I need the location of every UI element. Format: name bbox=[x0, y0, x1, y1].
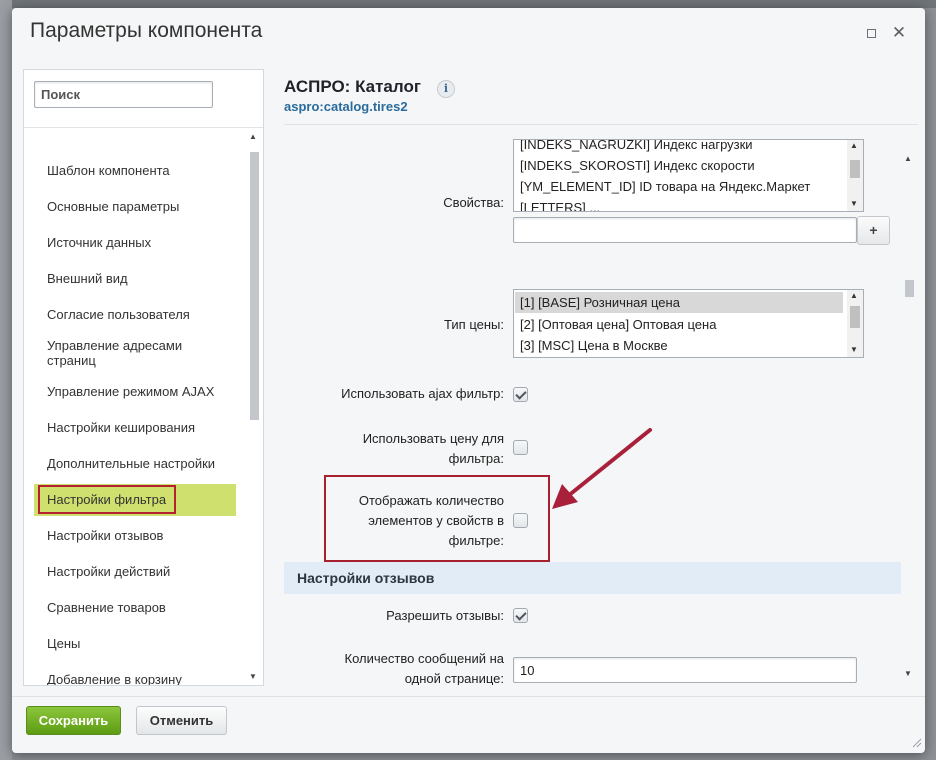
sidebar-item-add-to-cart[interactable]: Добавление в корзину bbox=[34, 672, 236, 685]
list-item[interactable]: [INDEKS_SKOROSTI] Индекс скорости bbox=[520, 155, 755, 176]
price-filter-label-line2: фильтра: bbox=[448, 451, 504, 466]
sidebar-item-additional[interactable]: Дополнительные настройки bbox=[34, 456, 236, 471]
scroll-thumb[interactable] bbox=[850, 306, 860, 328]
sidebar-divider bbox=[24, 127, 263, 128]
scroll-down-icon[interactable]: ▼ bbox=[904, 669, 912, 678]
sidebar-item-compare[interactable]: Сравнение товаров bbox=[34, 600, 236, 615]
component-title: АСПРО: Каталог bbox=[284, 77, 421, 96]
sidebar-item-caching[interactable]: Настройки кеширования bbox=[34, 420, 236, 435]
settings-form: Свойства: [INDEKS_NAGRUZKI] Индекс нагру… bbox=[284, 125, 902, 685]
price-filter-checkbox[interactable] bbox=[513, 440, 528, 455]
list-item[interactable]: [2] [Оптовая цена] Оптовая цена bbox=[520, 314, 716, 335]
sidebar-item-template[interactable]: Шаблон компонента bbox=[34, 163, 236, 178]
scroll-up-icon[interactable]: ▲ bbox=[904, 154, 912, 163]
scroll-down-icon[interactable]: ▼ bbox=[249, 672, 257, 681]
sidebar-item-appearance[interactable]: Внешний вид bbox=[34, 271, 236, 286]
content-scrollbar[interactable] bbox=[905, 280, 914, 297]
sidebar-item-filter-settings[interactable]: Настройки фильтра bbox=[34, 484, 236, 516]
component-parameters-dialog: Параметры компонента ✕ Шаблон компонента… bbox=[12, 8, 925, 753]
info-icon[interactable]: i bbox=[437, 80, 455, 98]
listbox-scrollbar[interactable]: ▲ ▼ bbox=[847, 290, 863, 357]
sidebar: Шаблон компонента Основные параметры Ист… bbox=[23, 69, 264, 686]
scroll-down-icon[interactable]: ▼ bbox=[850, 199, 858, 208]
scroll-up-icon[interactable]: ▲ bbox=[850, 141, 858, 150]
price-type-label: Тип цены: bbox=[444, 317, 504, 332]
maximize-icon[interactable] bbox=[861, 23, 881, 43]
add-property-button[interactable]: + bbox=[857, 216, 890, 245]
list-item[interactable]: [3] [MSC] Цена в Москве bbox=[520, 335, 668, 356]
elements-count-label-line1: Отображать количество bbox=[358, 493, 504, 508]
list-item[interactable]: [INDEKS_NAGRUZKI] Индекс нагрузки bbox=[520, 140, 753, 155]
search-input[interactable] bbox=[34, 81, 213, 108]
ajax-filter-label: Использовать ajax фильтр: bbox=[341, 386, 504, 401]
elements-count-label-line2: элементов у свойств в bbox=[368, 513, 504, 528]
save-button[interactable]: Сохранить bbox=[26, 706, 121, 735]
listbox-scrollbar[interactable]: ▲ ▼ bbox=[847, 140, 863, 211]
properties-label: Свойства: bbox=[443, 195, 504, 210]
dialog-title: Параметры компонента bbox=[30, 19, 263, 42]
list-item[interactable]: [LETTERS] ... bbox=[520, 197, 600, 211]
sidebar-item-ajax-mode[interactable]: Управление режимом AJAX bbox=[34, 384, 236, 399]
sidebar-scrollbar[interactable] bbox=[250, 152, 259, 420]
messages-per-page-label-line2: одной странице: bbox=[404, 671, 504, 685]
reviews-section-header: Настройки отзывов bbox=[284, 562, 901, 594]
component-code: aspro:catalog.tires2 bbox=[284, 99, 408, 114]
list-item-selected[interactable]: [1] [BASE] Розничная цена bbox=[515, 292, 843, 313]
highlight-box bbox=[38, 485, 176, 514]
price-type-listbox[interactable]: [1] [BASE] Розничная цена [2] [Оптовая ц… bbox=[513, 289, 864, 358]
footer-divider bbox=[12, 696, 925, 697]
resize-handle-icon[interactable] bbox=[910, 736, 922, 748]
scroll-up-icon[interactable]: ▲ bbox=[249, 132, 257, 141]
messages-per-page-label-line1: Количество сообщений на bbox=[344, 651, 504, 666]
background-page bbox=[0, 0, 936, 8]
sidebar-item-actions[interactable]: Настройки действий bbox=[34, 564, 236, 579]
ajax-filter-checkbox[interactable] bbox=[513, 387, 528, 402]
annotation-arrow-icon bbox=[552, 428, 652, 509]
allow-reviews-checkbox[interactable] bbox=[513, 608, 528, 623]
sidebar-item-page-addresses[interactable]: Управление адресами страниц bbox=[34, 338, 214, 368]
sidebar-item-reviews[interactable]: Настройки отзывов bbox=[34, 528, 236, 543]
properties-listbox[interactable]: [INDEKS_NAGRUZKI] Индекс нагрузки [INDEK… bbox=[513, 139, 864, 212]
sidebar-item-prices[interactable]: Цены bbox=[34, 636, 236, 651]
scroll-thumb[interactable] bbox=[850, 160, 860, 178]
price-filter-label-line1: Использовать цену для bbox=[362, 431, 504, 446]
elements-count-checkbox[interactable] bbox=[513, 513, 528, 528]
list-item[interactable]: [YM_ELEMENT_ID] ID товара на Яндекс.Марк… bbox=[520, 176, 810, 197]
background-page-left bbox=[0, 0, 12, 760]
scroll-down-icon[interactable]: ▼ bbox=[850, 345, 858, 354]
sidebar-item-user-consent[interactable]: Согласие пользователя bbox=[34, 307, 236, 322]
allow-reviews-label: Разрешить отзывы: bbox=[386, 608, 504, 623]
elements-count-label-line3: фильтре: bbox=[448, 533, 504, 548]
close-icon[interactable]: ✕ bbox=[889, 23, 909, 43]
scroll-up-icon[interactable]: ▲ bbox=[850, 291, 858, 300]
sidebar-item-data-source[interactable]: Источник данных bbox=[34, 235, 236, 250]
cancel-button[interactable]: Отменить bbox=[136, 706, 227, 735]
dialog-titlebar[interactable]: Параметры компонента ✕ bbox=[12, 8, 925, 58]
sidebar-item-main-params[interactable]: Основные параметры bbox=[34, 199, 236, 214]
property-add-input[interactable] bbox=[513, 217, 857, 243]
messages-per-page-input[interactable] bbox=[513, 657, 857, 683]
